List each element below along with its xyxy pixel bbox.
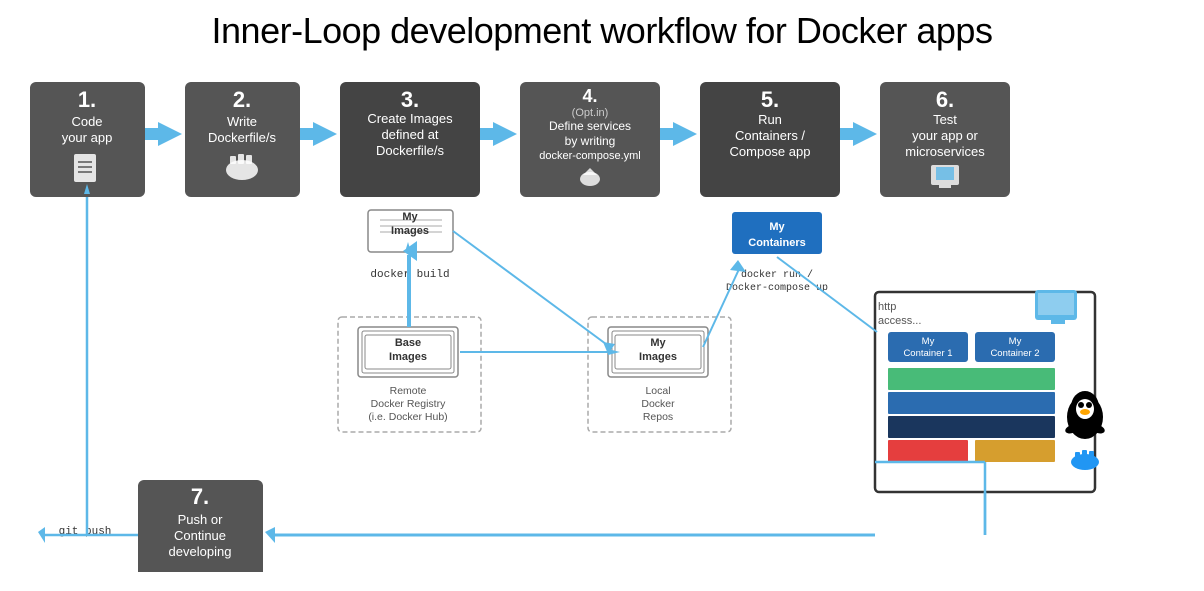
svg-text:My: My: [922, 336, 935, 347]
svg-text:Images: Images: [639, 351, 677, 363]
svg-text:Docker Registry: Docker Registry: [371, 398, 446, 410]
svg-text:Images: Images: [391, 225, 429, 237]
svg-text:defined at: defined at: [381, 127, 438, 142]
svg-text:your app or: your app or: [912, 128, 978, 143]
svg-text:Containers /: Containers /: [735, 128, 805, 143]
svg-text:Continue: Continue: [174, 528, 226, 543]
svg-text:Code: Code: [71, 114, 102, 129]
svg-text:Container 1: Container 1: [903, 348, 952, 359]
svg-text:(Opt.in): (Opt.in): [572, 107, 609, 119]
svg-text:developing: developing: [169, 544, 232, 559]
svg-text:7.: 7.: [191, 484, 209, 509]
svg-text:Local: Local: [645, 385, 670, 397]
svg-text:Run: Run: [758, 112, 782, 127]
page-title: Inner-Loop development workflow for Dock…: [20, 10, 1184, 52]
svg-text:Create Images: Create Images: [367, 111, 453, 126]
svg-text:Test: Test: [933, 112, 957, 127]
svg-text:2.: 2.: [233, 87, 251, 112]
svg-text:Define services: Define services: [549, 119, 631, 133]
svg-text:Push or: Push or: [178, 512, 223, 527]
svg-text:Docker: Docker: [641, 398, 675, 410]
svg-text:Base: Base: [395, 337, 421, 349]
arrow-1-2: [158, 122, 182, 146]
svg-text:by writing: by writing: [565, 134, 616, 148]
svg-text:Images: Images: [389, 351, 427, 363]
svg-text:1.: 1.: [78, 87, 96, 112]
svg-text:5.: 5.: [761, 87, 779, 112]
svg-text:microservices: microservices: [905, 144, 985, 159]
svg-text:Write: Write: [227, 114, 257, 129]
page: Inner-Loop development workflow for Dock…: [0, 0, 1204, 591]
svg-text:Compose app: Compose app: [730, 144, 811, 159]
svg-text:docker-compose.yml: docker-compose.yml: [539, 150, 640, 162]
svg-text:Container 2: Container 2: [990, 348, 1039, 359]
svg-text:My: My: [650, 337, 666, 349]
svg-text:My: My: [1009, 336, 1022, 347]
svg-text:http: http: [878, 301, 896, 313]
svg-text:your app: your app: [62, 130, 113, 145]
svg-text:Remote: Remote: [390, 385, 427, 397]
arrow-5-6: [853, 122, 877, 146]
arrow-4-5: [673, 122, 697, 146]
arrow-3-4: [493, 122, 517, 146]
diagram-svg: 1. Code your app 2. Write Dockerfile/s 3…: [20, 72, 1184, 572]
svg-text:Repos: Repos: [643, 411, 673, 423]
svg-text:access...: access...: [878, 315, 921, 327]
svg-text:Containers: Containers: [748, 237, 805, 249]
svg-text:6.: 6.: [936, 87, 954, 112]
svg-text:Dockerfile/s: Dockerfile/s: [208, 130, 276, 145]
svg-text:(i.e. Docker Hub): (i.e. Docker Hub): [368, 411, 447, 423]
svg-text:Dockerfile/s: Dockerfile/s: [376, 143, 444, 158]
svg-text:My: My: [402, 211, 418, 223]
svg-text:My: My: [769, 221, 785, 233]
svg-text:4.: 4.: [582, 86, 597, 106]
arrow-2-3: [313, 122, 337, 146]
svg-text:3.: 3.: [401, 87, 419, 112]
